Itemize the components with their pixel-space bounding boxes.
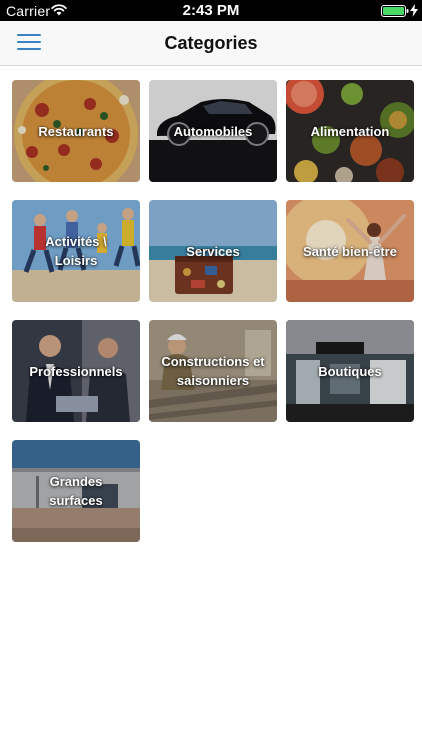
category-label: Grandes surfaces	[49, 474, 103, 508]
clock: 2:43 PM	[182, 2, 240, 19]
category-label: Constructions et saisonniers	[161, 354, 265, 388]
category-label: Automobiles	[173, 123, 253, 139]
battery-icon	[381, 5, 409, 17]
category-tile-automobiles[interactable]: Automobiles	[149, 80, 277, 182]
category-label: Santé bien-être	[303, 243, 397, 259]
category-tile-activites-loisirs[interactable]: Activités \ Loisirs	[12, 200, 140, 302]
category-tile-services[interactable]: Services	[149, 200, 277, 302]
page-title: Categories	[164, 33, 258, 53]
hamburger-menu-icon[interactable]	[17, 34, 41, 52]
category-label: Services	[186, 243, 240, 259]
category-tile-sante-bien-etre[interactable]: Santé bien-être	[286, 200, 414, 302]
category-tile-alimentation[interactable]: Alimentation	[286, 80, 414, 182]
category-label: Alimentation	[310, 123, 390, 139]
status-bar: Carrier 2:43 PM	[0, 0, 422, 21]
category-tile-constructions-saisonniers[interactable]: Constructions et saisonniers	[149, 320, 277, 422]
navigation-bar: Categories	[0, 21, 422, 66]
category-tile-professionnels[interactable]: Professionnels	[12, 320, 140, 422]
category-tile-grandes-surfaces[interactable]: Grandes surfaces	[12, 440, 140, 542]
category-label: Professionnels	[29, 363, 123, 379]
category-label: Activités \ Loisirs	[45, 234, 107, 268]
charging-bolt-icon	[410, 4, 418, 17]
category-label: Boutiques	[318, 363, 382, 379]
category-tile-restaurants[interactable]: Restaurants	[12, 80, 140, 182]
category-label: Restaurants	[38, 123, 114, 139]
category-tile-boutiques[interactable]: Boutiques	[286, 320, 414, 422]
